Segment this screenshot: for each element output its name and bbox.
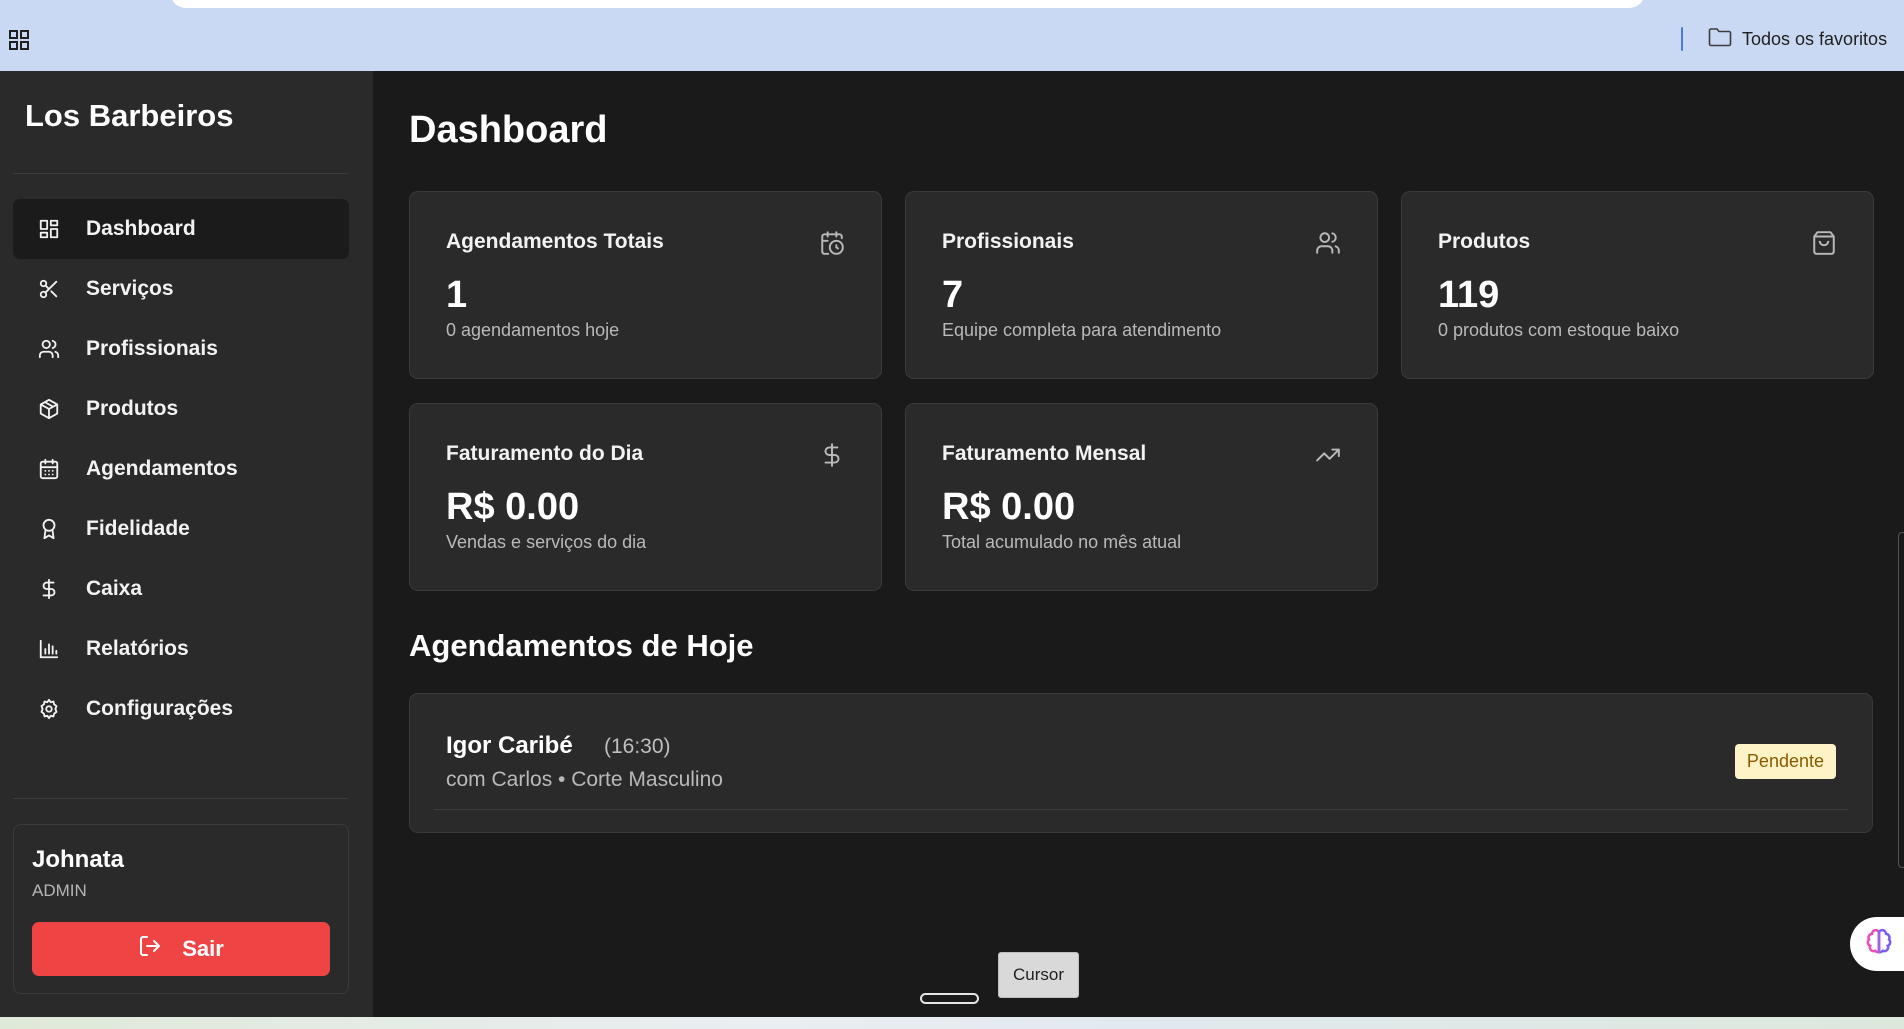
bar-chart-icon (37, 637, 61, 661)
sidebar-item-configuracoes[interactable]: Configurações (13, 679, 349, 739)
brain-icon (1864, 927, 1894, 962)
main-content: Dashboard Agendamentos Totais 1 0 agenda… (373, 71, 1904, 1017)
appointment-row[interactable]: Igor Caribé (16:30) com Carlos • Corte M… (434, 694, 1848, 810)
logout-button[interactable]: Sair (32, 922, 330, 976)
status-badge: Pendente (1734, 744, 1836, 779)
stat-card-value: R$ 0.00 (446, 486, 580, 528)
sidebar-item-label: Serviços (86, 277, 174, 300)
address-bar[interactable] (170, 0, 1645, 8)
all-favorites-label: Todos os favoritos (1742, 29, 1888, 49)
calendar-icon (37, 457, 61, 481)
package-icon (37, 397, 61, 421)
sidebar-item-produtos[interactable]: Produtos (13, 379, 349, 439)
side-panel-edge (1898, 532, 1904, 868)
stat-card-title: Agendamentos Totais (446, 230, 664, 253)
stat-card-subtitle: Total acumulado no mês atual (942, 532, 1182, 552)
dashboard-grid-icon (37, 217, 61, 241)
sidebar-item-profissionais[interactable]: Profissionais (13, 319, 349, 379)
brand-title: Los Barbeiros (25, 98, 234, 133)
user-card: Johnata ADMIN Sair (13, 824, 349, 994)
sidebar-nav: Dashboard Serviços Profissionais Produto… (13, 199, 349, 739)
sidebar-item-label: Dashboard (86, 217, 196, 240)
stat-card-value: 7 (942, 274, 964, 316)
appointment-client: Igor Caribé (446, 732, 573, 759)
logout-label: Sair (182, 936, 224, 961)
gear-icon (37, 697, 61, 721)
stat-card-daily-revenue: Faturamento do Dia R$ 0.00 Vendas e serv… (409, 403, 882, 591)
dollar-icon (37, 577, 61, 601)
stat-card-subtitle: Equipe completa para atendimento (942, 320, 1222, 340)
appointment-time: (16:30) (604, 735, 671, 758)
sidebar-item-label: Produtos (86, 397, 179, 420)
stat-card-monthly-revenue: Faturamento Mensal R$ 0.00 Total acumula… (905, 403, 1378, 591)
sidebar-item-label: Fidelidade (86, 517, 190, 540)
scissors-icon (37, 277, 61, 301)
shopping-bag-icon (1811, 230, 1837, 256)
users-icon (1315, 230, 1341, 256)
today-appointments-title: Agendamentos de Hoje (409, 628, 754, 663)
os-taskbar (0, 1017, 1904, 1029)
stat-card-value: R$ 0.00 (942, 486, 1076, 528)
sidebar-item-caixa[interactable]: Caixa (13, 559, 349, 619)
sidebar-item-label: Configurações (86, 697, 234, 720)
stat-card-title: Faturamento Mensal (942, 442, 1147, 465)
user-name: Johnata (32, 846, 125, 873)
drag-handle[interactable] (920, 993, 979, 1004)
stat-card-value: 119 (1438, 274, 1500, 316)
user-role: ADMIN (32, 881, 87, 900)
stat-card-title: Produtos (1438, 230, 1531, 253)
stat-card-products: Produtos 119 0 produtos com estoque baix… (1401, 191, 1874, 379)
all-favorites-button[interactable]: Todos os favoritos (1708, 27, 1887, 52)
stat-card-subtitle: 0 agendamentos hoje (446, 320, 620, 340)
sidebar-item-label: Profissionais (86, 337, 218, 360)
stat-card-title: Profissionais (942, 230, 1074, 253)
dollar-icon (819, 442, 845, 468)
sidebar-item-dashboard[interactable]: Dashboard (13, 199, 349, 259)
sidebar-item-label: Caixa (86, 577, 143, 600)
stat-card-subtitle: 0 produtos com estoque baixo (1438, 320, 1680, 340)
browser-bookmarks-bar: Todos os favoritos (0, 0, 1904, 71)
sidebar: Los Barbeiros Dashboard Serviços Profiss… (0, 71, 373, 1017)
stat-card-value: 1 (446, 274, 468, 316)
trending-up-icon (1315, 442, 1341, 468)
extension-button[interactable] (1850, 917, 1904, 971)
appointment-detail: com Carlos • Corte Masculino (446, 768, 723, 791)
sidebar-item-label: Relatórios (86, 637, 189, 660)
sidebar-item-fidelidade[interactable]: Fidelidade (13, 499, 349, 559)
cursor-tooltip: Cursor (998, 952, 1079, 998)
stat-card-total-appointments: Agendamentos Totais 1 0 agendamentos hoj… (409, 191, 882, 379)
stat-card-title: Faturamento do Dia (446, 442, 644, 465)
logout-icon (138, 934, 162, 964)
sidebar-divider (13, 173, 348, 174)
bookmarks-divider (1681, 27, 1683, 51)
sidebar-item-relatorios[interactable]: Relatórios (13, 619, 349, 679)
sidebar-divider (13, 798, 348, 799)
folder-icon (1708, 27, 1732, 52)
sidebar-item-agendamentos[interactable]: Agendamentos (13, 439, 349, 499)
award-icon (37, 517, 61, 541)
users-icon (37, 337, 61, 361)
stat-card-professionals: Profissionais 7 Equipe completa para ate… (905, 191, 1378, 379)
stat-card-subtitle: Vendas e serviços do dia (446, 532, 647, 552)
calendar-clock-icon (819, 230, 845, 256)
sidebar-item-servicos[interactable]: Serviços (13, 259, 349, 319)
page-title: Dashboard (409, 109, 608, 151)
sidebar-item-label: Agendamentos (86, 457, 238, 480)
today-appointments-list: Igor Caribé (16:30) com Carlos • Corte M… (409, 693, 1873, 833)
apps-grid-icon[interactable] (8, 29, 30, 51)
